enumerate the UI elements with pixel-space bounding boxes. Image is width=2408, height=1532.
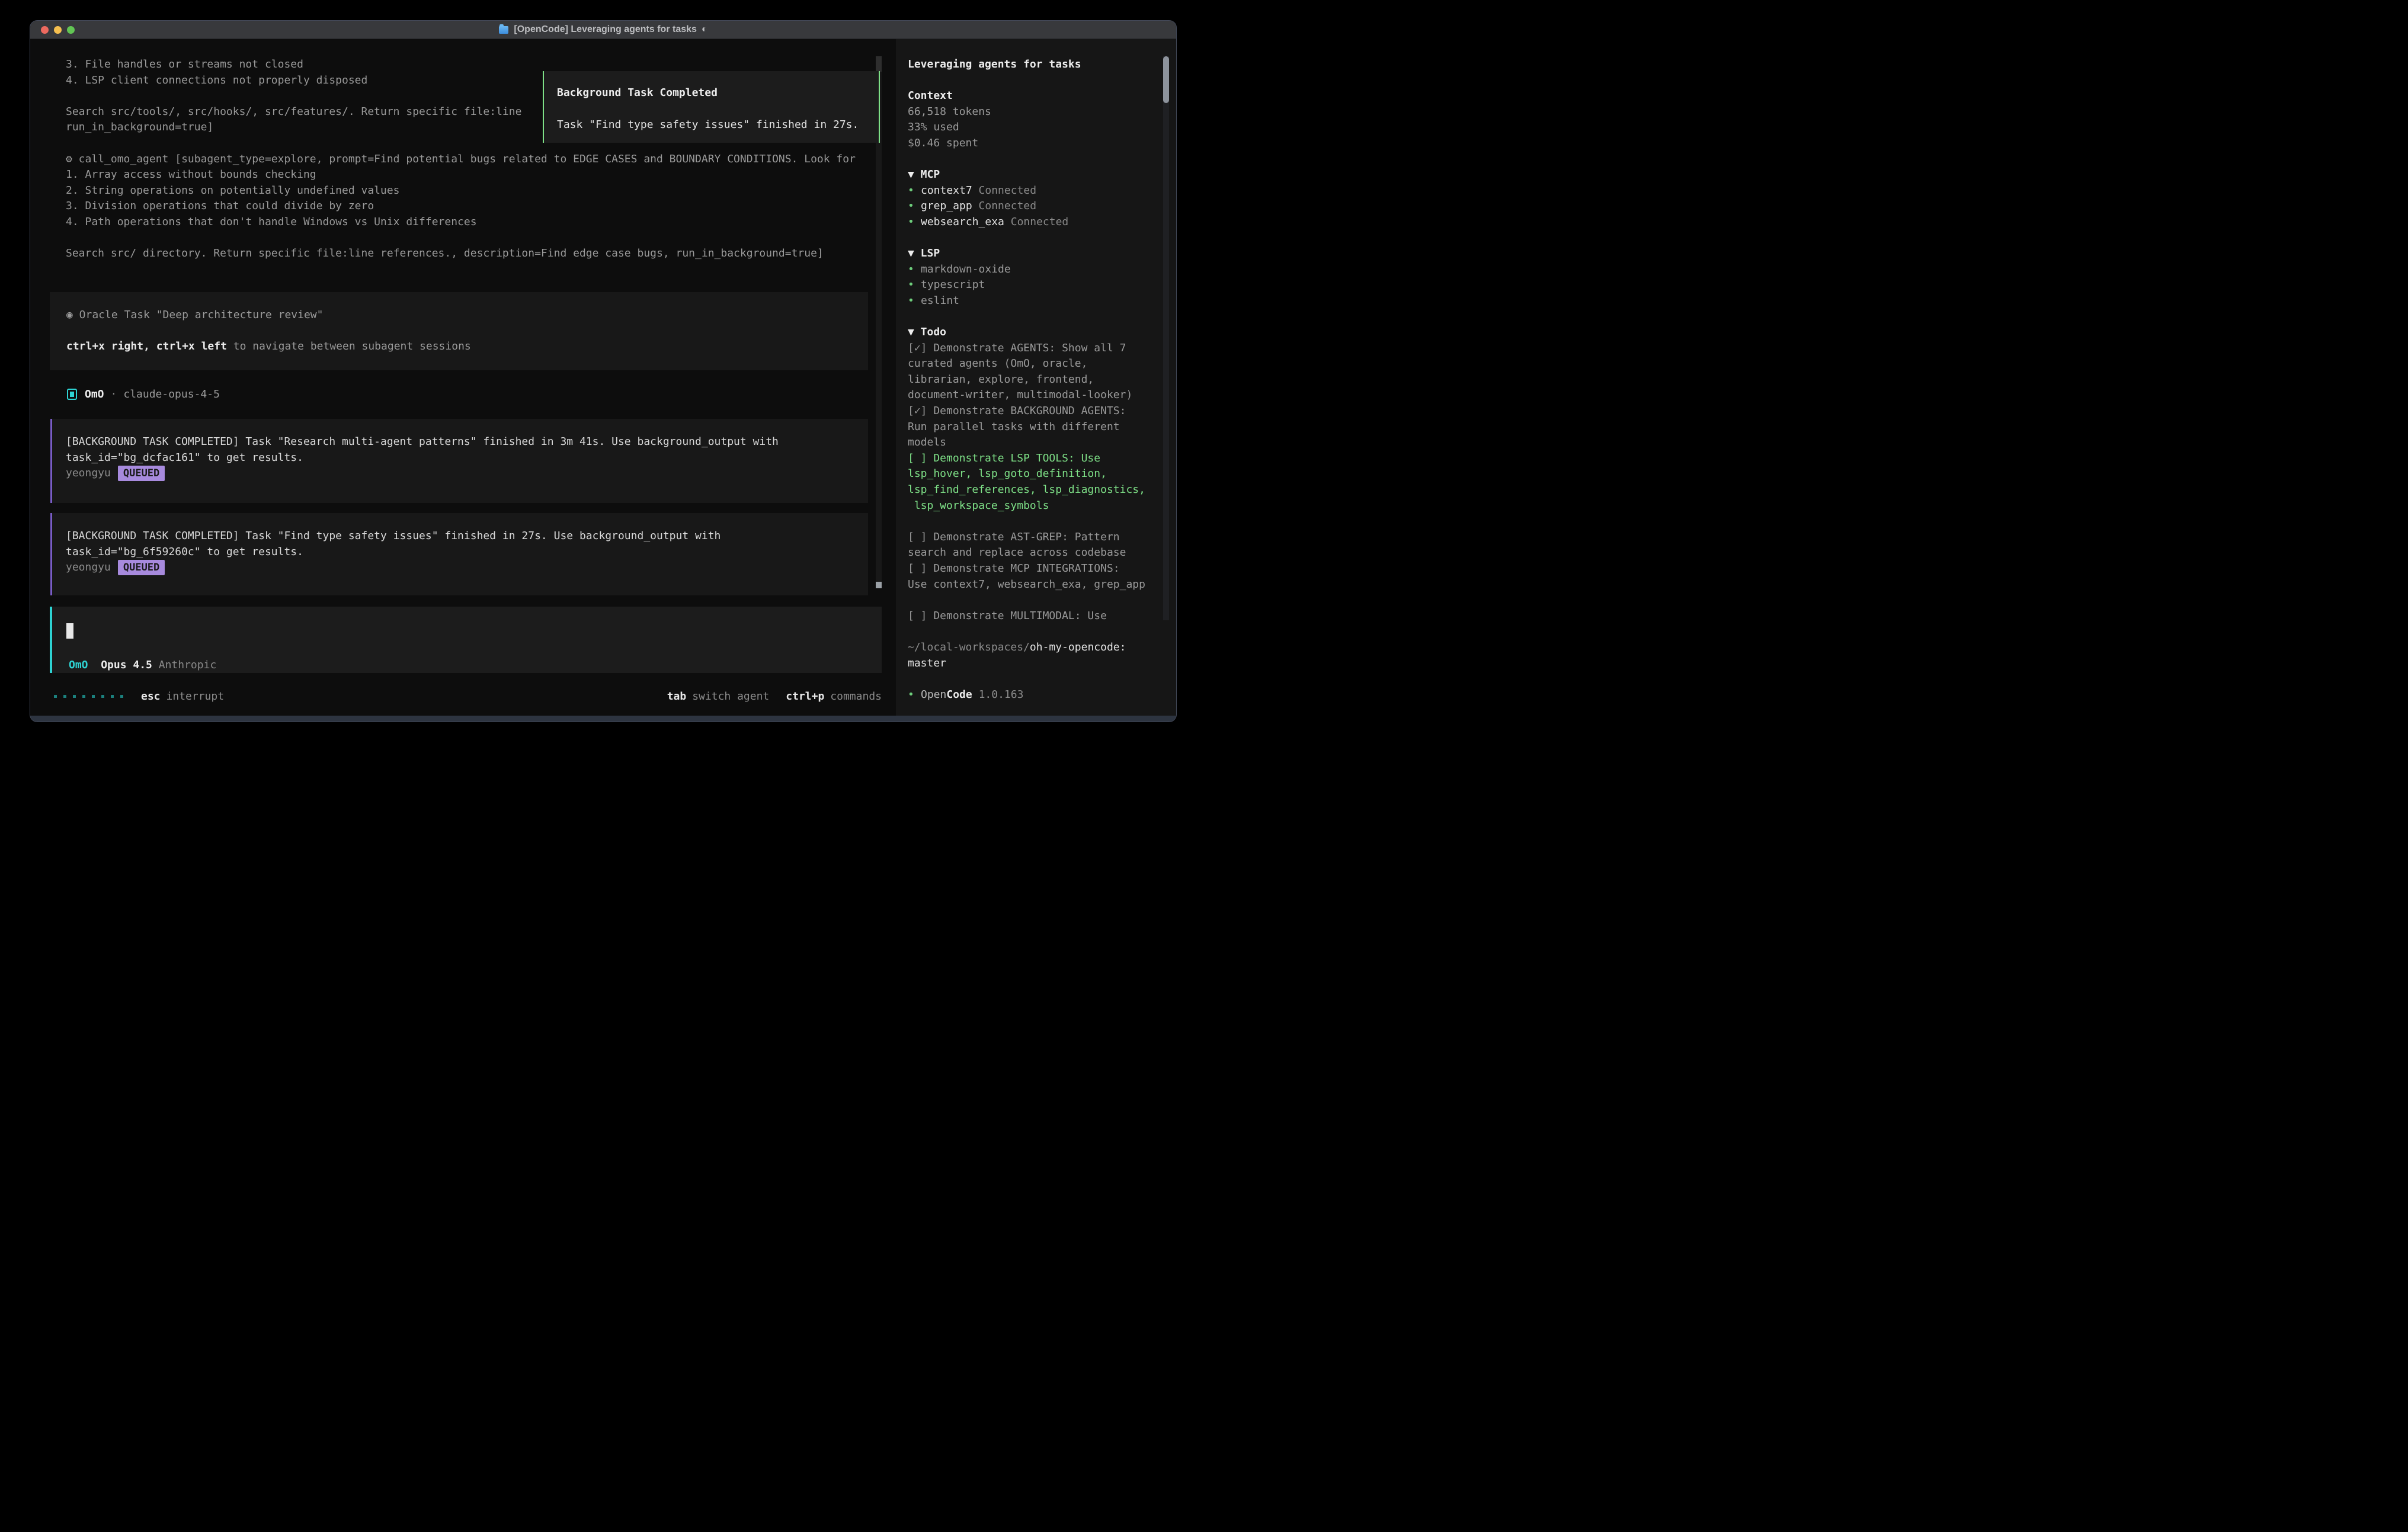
todo-item-done: [✓] Demonstrate BACKGROUND AGENTS:Run pa… [908, 403, 1157, 451]
sidebar-scrollbar-thumb[interactable] [1163, 56, 1169, 103]
lsp-item: • eslint [908, 293, 1157, 309]
switch-agent-hint: tab switch agent [667, 690, 770, 703]
input-provider-name: Anthropic [159, 659, 217, 671]
oracle-hint-keys: ctrl+x right, ctrl+x left [66, 340, 227, 352]
traffic-lights [41, 26, 75, 34]
bullet-icon: • [908, 277, 921, 293]
chat-main-area: 3. File handles or streams not closed4. … [30, 39, 896, 716]
lsp-item: • markdown-oxide [908, 262, 1157, 278]
todo-item-active: [ ] Demonstrate LSP TOOLS: Uselsp_hover,… [908, 451, 1157, 514]
agent-session-header: OmO · claude-opus-4-5 [67, 386, 220, 402]
queued-status-badge: QUEUED [118, 560, 165, 575]
todo-item-done: [✓] Demonstrate AGENTS: Show all 7curate… [908, 341, 1157, 403]
agent-model: claude-opus-4-5 [123, 388, 220, 400]
mcp-item: • grep_app Connected [908, 198, 1157, 214]
toast-title: Background Task Completed [557, 85, 879, 101]
tab-key: tab [667, 690, 687, 703]
input-model-info: OmO Opus 4.5 Anthropic [69, 659, 216, 671]
background-task-notice: [BACKGROUND TASK COMPLETED] Task "Find t… [50, 513, 868, 595]
window-title: [OpenCode] Leveraging agents for tasks [514, 24, 697, 35]
lsp-section-toggle[interactable]: ▼ LSP [908, 246, 1157, 262]
todo-item-pending: [ ] Demonstrate MCP INTEGRATIONS:Use con… [908, 561, 1157, 592]
queued-status-badge: QUEUED [118, 466, 165, 481]
mcp-item: • context7 Connected [908, 183, 1157, 199]
background-task-notice: [BACKGROUND TASK COMPLETED] Task "Resear… [50, 419, 868, 503]
context-tokens: 66,518 tokens [908, 104, 1157, 120]
oracle-navigation-hint: ctrl+x right, ctrl+x left to navigate be… [66, 339, 868, 355]
opencode-window: [OpenCode] Leveraging agents for tasks ◐… [30, 20, 1177, 722]
esc-key: esc [141, 690, 161, 703]
todo-item-pending: [ ] Demonstrate AST-GREP: Patternsearch … [908, 530, 1157, 561]
lsp-item: • typescript [908, 277, 1157, 293]
main-scrollbar-thumb[interactable] [876, 56, 882, 72]
sidebar-scrollbar-track[interactable] [1163, 56, 1169, 620]
bullet-icon: • [908, 293, 921, 309]
window-titlebar: [OpenCode] Leveraging agents for tasks ◐ [30, 21, 1176, 39]
mcp-item: • websearch_exa Connected [908, 214, 1157, 230]
bullet-icon: • [908, 183, 921, 199]
background-task-toast: Background Task Completed Task "Find typ… [543, 71, 880, 143]
oracle-task-title: ◉ Oracle Task "Deep architecture review" [66, 307, 868, 323]
input-agent-name: OmO [69, 659, 88, 671]
agent-separator-dot: · [111, 388, 117, 400]
commands-hint: ctrl+p commands [786, 690, 882, 703]
text-cursor [66, 623, 73, 639]
context-spent: $0.46 spent [908, 136, 1157, 152]
bullet-icon: • [908, 687, 921, 703]
main-scrollbar-thumb[interactable] [876, 582, 882, 588]
notice-text: [BACKGROUND TASK COMPLETED] Task "Find t… [66, 528, 868, 560]
ctrl-p-key: ctrl+p [786, 690, 824, 703]
context-heading: Context [908, 88, 1157, 104]
workspace-path: ~/local-workspaces/oh-my-opencode: [908, 640, 1157, 656]
zoom-window-button[interactable] [67, 26, 75, 34]
activity-dots-icon [54, 695, 123, 698]
minimize-window-button[interactable] [54, 26, 62, 34]
context-used: 33% used [908, 120, 1157, 136]
toast-body: Task "Find type safety issues" finished … [557, 117, 879, 133]
close-window-button[interactable] [41, 26, 49, 34]
opencode-version: • OpenCode 1.0.163 [908, 687, 1157, 703]
half-moon-icon: ◐ [702, 24, 707, 35]
agent-name: OmO [85, 388, 104, 400]
window-footer-strip [30, 716, 1176, 722]
workspace-branch: master [908, 656, 1157, 672]
session-title: Leveraging agents for tasks [908, 57, 1157, 73]
status-bar: esc interrupt tab switch agent ctrl+p co… [54, 688, 882, 704]
bullet-icon: • [908, 262, 921, 278]
notice-user: yeongyu [66, 560, 111, 576]
notice-user: yeongyu [66, 466, 111, 482]
folder-icon [499, 26, 508, 34]
oracle-task-box: ◉ Oracle Task "Deep architecture review"… [50, 292, 868, 370]
todo-section-toggle[interactable]: ▼ Todo [908, 325, 1157, 341]
prompt-input[interactable]: OmO Opus 4.5 Anthropic [50, 607, 882, 673]
interrupt-hint: esc interrupt [141, 690, 224, 703]
agent-checkbox-icon [67, 389, 77, 400]
session-sidebar: Leveraging agents for tasks Context 66,5… [896, 39, 1176, 716]
notice-text: [BACKGROUND TASK COMPLETED] Task "Resear… [66, 434, 868, 466]
todo-item-pending: [ ] Demonstrate MULTIMODAL: Use [908, 608, 1157, 624]
input-model-name: Opus 4.5 [101, 659, 152, 671]
bullet-icon: • [908, 198, 921, 214]
bullet-icon: • [908, 214, 921, 230]
oracle-hint-text: to navigate between subagent sessions [227, 340, 471, 352]
mcp-section-toggle[interactable]: ▼ MCP [908, 167, 1157, 183]
